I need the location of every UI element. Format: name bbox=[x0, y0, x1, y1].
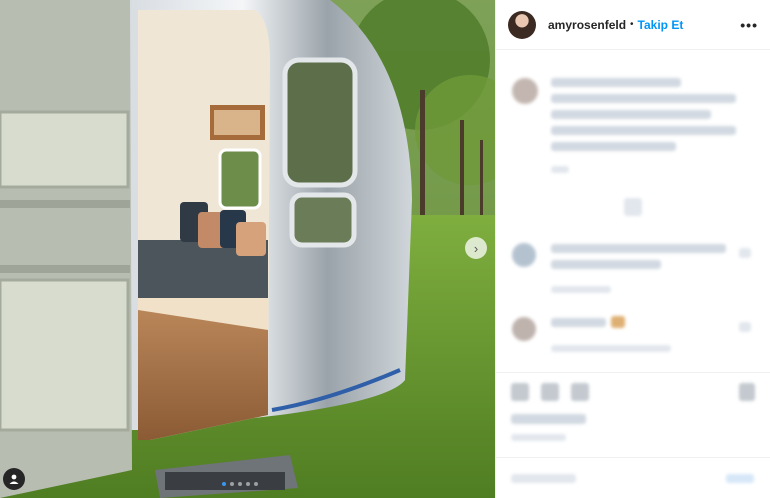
carousel-dot bbox=[230, 482, 234, 486]
separator-dot: • bbox=[630, 19, 634, 30]
carousel-dot bbox=[238, 482, 242, 486]
caption-text-blurred bbox=[551, 94, 736, 103]
tagged-users-button[interactable] bbox=[3, 468, 25, 490]
comment-avatar bbox=[512, 317, 536, 341]
more-icon[interactable]: ••• bbox=[740, 17, 758, 33]
post-sidebar: amyrosenfeld • Takip Et ••• bbox=[495, 0, 770, 498]
user-icon bbox=[9, 474, 19, 484]
carousel-dot bbox=[246, 482, 250, 486]
post-date-blurred bbox=[511, 434, 566, 441]
comment-avatar bbox=[512, 243, 536, 267]
comment-icon[interactable] bbox=[541, 383, 559, 401]
caption-text-blurred bbox=[551, 78, 681, 87]
divider bbox=[496, 457, 770, 458]
caption-text-blurred bbox=[551, 110, 711, 119]
share-icon[interactable] bbox=[571, 383, 589, 401]
caption-time-blurred bbox=[551, 166, 569, 173]
instagram-post: › amyrosenfeld • Takip Et ••• bbox=[0, 0, 770, 498]
comment-meta-blurred bbox=[551, 286, 611, 293]
bookmark-icon[interactable] bbox=[739, 383, 755, 401]
divider bbox=[496, 372, 770, 373]
comment-text-blurred bbox=[551, 260, 661, 269]
comment-text-blurred bbox=[611, 316, 625, 328]
caption-text-blurred bbox=[551, 126, 736, 135]
post-header: amyrosenfeld • Takip Et ••• bbox=[496, 0, 770, 50]
comment-meta-blurred bbox=[551, 345, 671, 352]
follow-button[interactable]: Takip Et bbox=[638, 18, 684, 32]
carousel-indicator bbox=[222, 482, 258, 486]
carousel-dot bbox=[222, 482, 226, 486]
post-image[interactable]: › bbox=[0, 0, 495, 498]
comment-like-blurred[interactable] bbox=[739, 322, 751, 332]
comment-input-blurred[interactable] bbox=[511, 474, 576, 483]
username-link[interactable]: amyrosenfeld bbox=[548, 18, 626, 32]
comment-text-blurred bbox=[551, 318, 606, 327]
post-comment-button-blurred[interactable] bbox=[726, 474, 754, 483]
caption-text-blurred bbox=[551, 142, 676, 151]
next-slide-button[interactable]: › bbox=[465, 237, 487, 259]
likes-count-blurred bbox=[511, 414, 586, 424]
comment-like-blurred[interactable] bbox=[739, 248, 751, 258]
avatar[interactable] bbox=[508, 10, 536, 39]
comment-text-blurred bbox=[551, 244, 726, 253]
chevron-right-icon: › bbox=[473, 240, 479, 256]
heart-icon[interactable] bbox=[511, 383, 529, 401]
caption-avatar bbox=[512, 78, 538, 104]
carousel-dot bbox=[254, 482, 258, 486]
camper-photo bbox=[0, 0, 495, 498]
load-more-blurred[interactable] bbox=[624, 198, 642, 216]
